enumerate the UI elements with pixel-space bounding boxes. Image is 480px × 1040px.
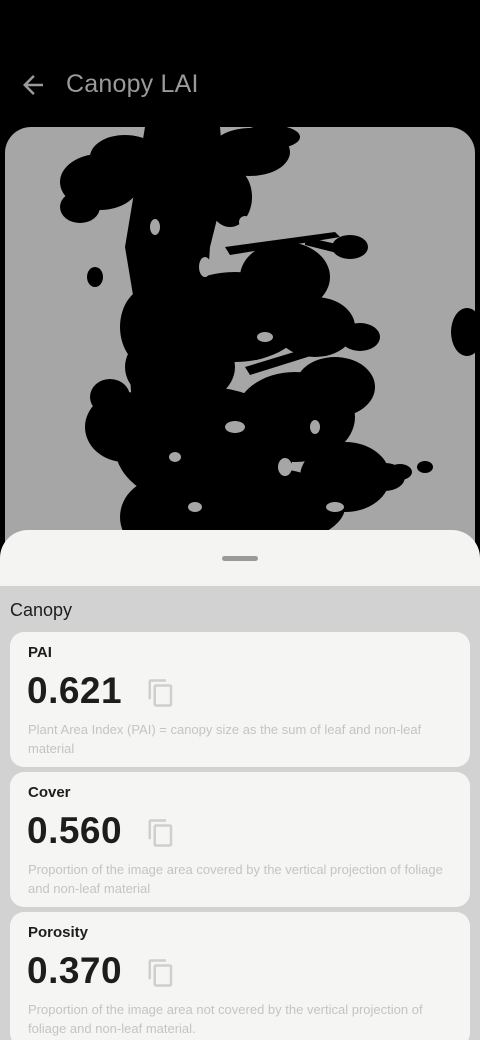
top-app-bar: Canopy LAI [0, 0, 480, 128]
app-screen: Canopy LAI Canopy PAI 0.621 Plant Area I… [0, 0, 480, 1040]
arrow-back-icon [23, 75, 43, 95]
metric-card-cover: Cover 0.560 Proportion of the image area… [10, 772, 470, 907]
copy-icon [148, 819, 173, 847]
metric-description: Proportion of the image area covered by … [28, 862, 443, 896]
bottom-sheet: Canopy PAI 0.621 Plant Area Index (PAI) … [0, 530, 480, 1040]
copy-icon [148, 679, 173, 707]
canopy-section: Canopy PAI 0.621 Plant Area Index (PAI) … [0, 586, 480, 1040]
metric-value: 0.560 [27, 810, 123, 851]
metric-value: 0.370 [27, 950, 123, 991]
metric-card-pai: PAI 0.621 Plant Area Index (PAI) = canop… [10, 632, 470, 767]
metric-description: Plant Area Index (PAI) = canopy size as … [28, 722, 422, 756]
metric-description: Proportion of the image area not covered… [28, 1002, 423, 1036]
copy-icon [148, 959, 173, 987]
copy-button[interactable] [146, 678, 176, 708]
metric-value: 0.621 [27, 670, 123, 711]
metric-card-porosity: Porosity 0.370 Proportion of the image a… [10, 912, 470, 1040]
canopy-silhouette [60, 127, 475, 567]
metric-label: Cover [28, 784, 71, 801]
copy-button[interactable] [146, 818, 176, 848]
metric-label: Porosity [28, 924, 89, 941]
metric-label: PAI [28, 644, 52, 661]
section-title: Canopy [10, 600, 73, 620]
page-title: Canopy LAI [66, 70, 199, 98]
copy-button[interactable] [146, 958, 176, 988]
canopy-image [5, 127, 475, 567]
back-button[interactable] [12, 64, 54, 106]
drag-handle[interactable] [222, 556, 258, 561]
